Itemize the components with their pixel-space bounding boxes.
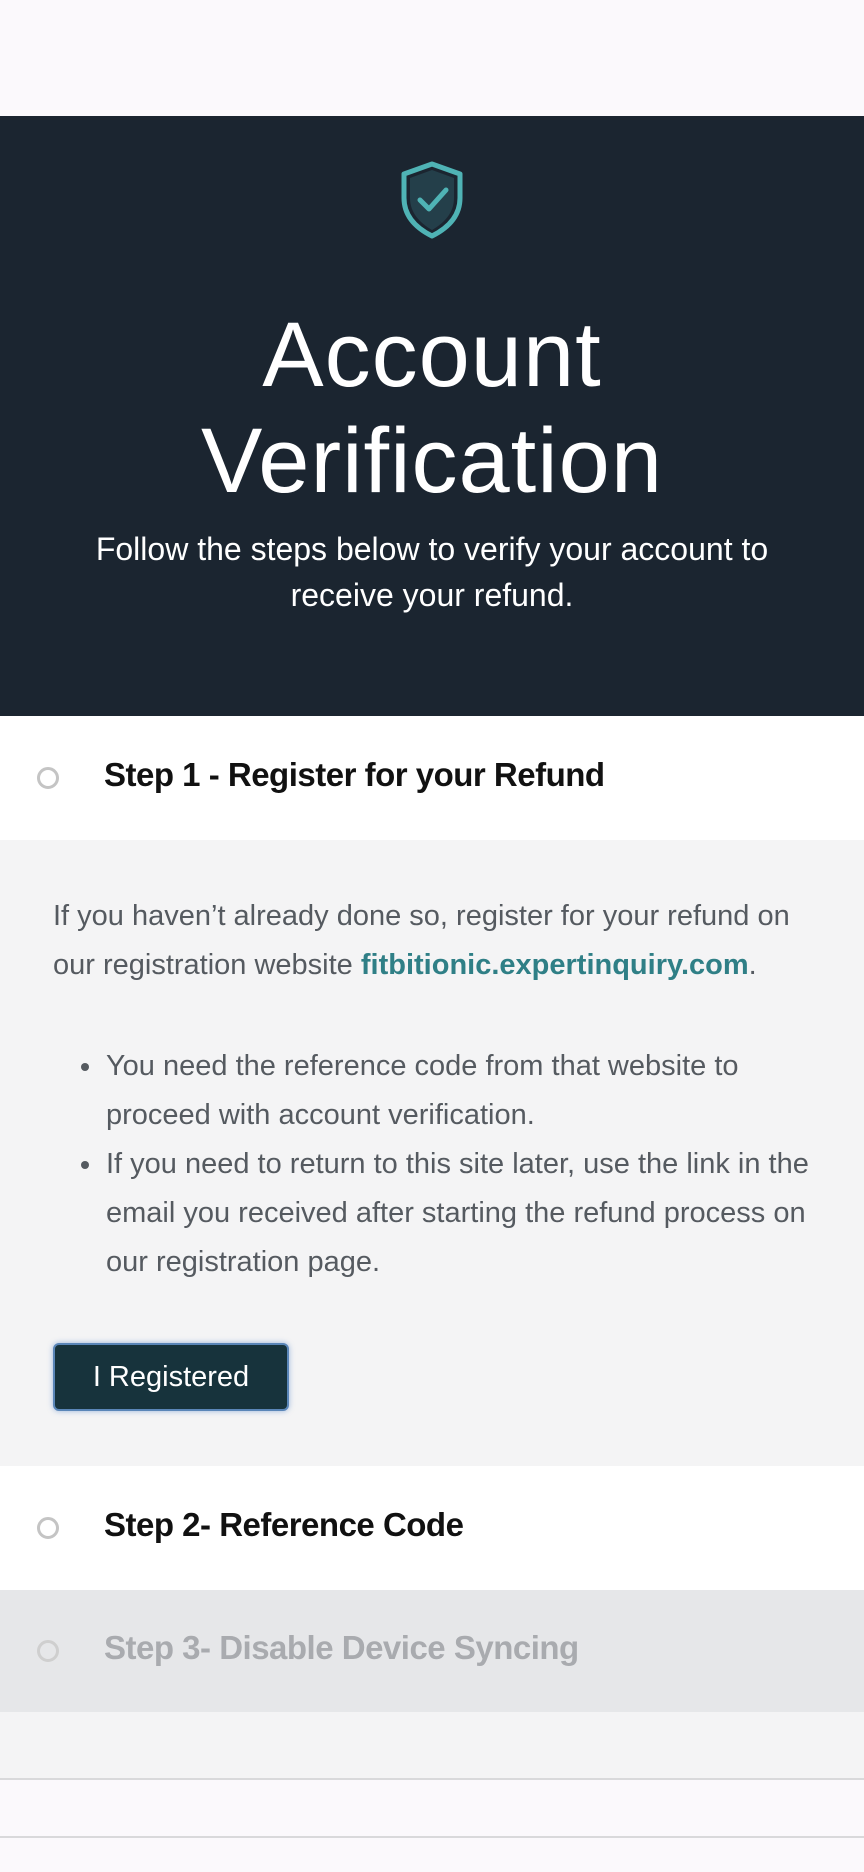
page-title-line-1: Account bbox=[262, 304, 602, 406]
page-subtitle: Follow the steps below to verify your ac… bbox=[95, 531, 769, 613]
step-1-bullet-list: You need the reference code from that we… bbox=[53, 1042, 813, 1287]
footer-band bbox=[0, 1712, 864, 1778]
divider bbox=[0, 1778, 864, 1780]
i-registered-button[interactable]: I Registered bbox=[53, 1343, 289, 1411]
step-3-title: Step 3- Disable Device Syncing bbox=[104, 1629, 579, 1666]
step-1-description: If you haven’t already done so, register… bbox=[53, 892, 813, 990]
page-title: Account Verification bbox=[0, 302, 864, 514]
step-3-header: Step 3- Disable Device Syncing bbox=[0, 1590, 864, 1712]
page-title-line-2: Verification bbox=[200, 410, 664, 512]
top-bar bbox=[0, 0, 864, 116]
step-1-description-end: . bbox=[748, 949, 757, 981]
step-1-body: If you haven’t already done so, register… bbox=[0, 840, 864, 1466]
list-item: You need the reference code from that we… bbox=[53, 1042, 813, 1140]
step-1-title: Step 1 - Register for your Refund bbox=[104, 756, 605, 793]
step-3-radio bbox=[37, 1640, 59, 1662]
registration-website-link[interactable]: fitbitionic.expertinquiry.com bbox=[361, 949, 749, 981]
step-2-header[interactable]: Step 2- Reference Code bbox=[0, 1466, 864, 1590]
step-1-radio[interactable] bbox=[37, 767, 59, 789]
step-2-radio[interactable] bbox=[37, 1517, 59, 1539]
step-1-header[interactable]: Step 1 - Register for your Refund bbox=[0, 716, 864, 840]
list-item: If you need to return to this site later… bbox=[53, 1140, 813, 1287]
hero-banner: Account Verification Follow the steps be… bbox=[0, 116, 864, 716]
step-2-title: Step 2- Reference Code bbox=[104, 1506, 464, 1543]
shield-check-icon bbox=[401, 161, 463, 239]
divider bbox=[0, 1836, 864, 1838]
